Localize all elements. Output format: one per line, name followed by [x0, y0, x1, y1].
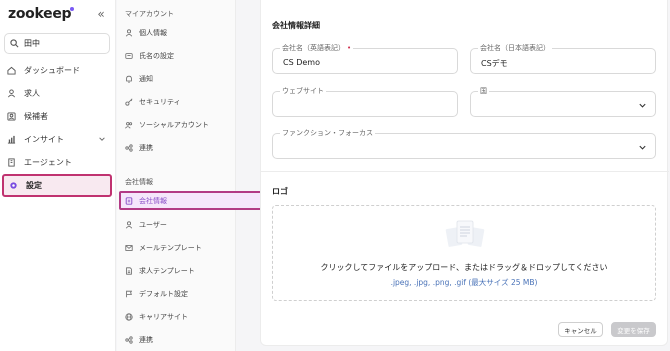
subnav-item-security[interactable]: セキュリティ: [121, 92, 233, 111]
nav-item-dashboard[interactable]: ダッシュボード: [2, 59, 112, 82]
company-name-ja-value: CSデモ: [481, 59, 508, 68]
search-input[interactable]: [24, 39, 104, 48]
nav-item-settings[interactable]: 設定: [2, 174, 112, 197]
collapse-sidebar-icon[interactable]: «: [95, 7, 107, 21]
subnav-item-email-templates[interactable]: メールテンプレート: [121, 238, 233, 257]
search-icon: [10, 39, 19, 48]
subnav-item-label: ユーザー: [139, 220, 167, 229]
company-name-en-value: CS Demo: [283, 58, 320, 67]
subnav-item-integrations-personal[interactable]: 連携: [121, 138, 233, 157]
nav-item-label: 求人: [24, 89, 40, 98]
nav-item-insights[interactable]: インサイト: [2, 128, 112, 151]
subnav-item-label: 個人情報: [139, 28, 167, 37]
cancel-button[interactable]: キャンセル: [558, 322, 603, 337]
subnav-item-label: デフォルト設定: [139, 289, 188, 298]
subnav-item-social-accounts[interactable]: ソーシャルアカウント: [121, 115, 233, 134]
subnav-item-users[interactable]: ユーザー: [121, 215, 233, 234]
nav-item-agents[interactable]: エージェント: [2, 151, 112, 174]
bell-icon: [126, 75, 132, 83]
subnav-item-label: ソーシャルアカウント: [139, 120, 209, 129]
person-icon: [125, 220, 133, 228]
nav-item-label: 設定: [26, 181, 42, 190]
link-icon: [125, 143, 133, 152]
section-title-my-account: マイアカウント: [125, 10, 174, 18]
nav-item-candidates[interactable]: 候補者: [2, 105, 112, 128]
search-box[interactable]: [4, 33, 110, 54]
country-select[interactable]: 国: [470, 87, 656, 117]
settings-nav: マイアカウント 個人情報 氏名の設定 通知 セキュリティ ソーシャルアカウント …: [117, 0, 348, 351]
subnav-item-label: セキュリティ: [139, 97, 181, 106]
document-icon: [126, 266, 132, 275]
function-focus-select[interactable]: ファンクション・フォーカス: [272, 129, 656, 159]
id-card-icon: [125, 52, 133, 59]
file-upload-icon: [445, 220, 485, 247]
subnav-item-default-settings[interactable]: デフォルト設定: [121, 284, 233, 303]
subnav-item-notifications[interactable]: 通知: [121, 69, 233, 88]
nav-item-label: 候補者: [24, 112, 48, 121]
subnav-item-label: 通知: [139, 74, 153, 83]
subnav-item-job-templates[interactable]: 求人テンプレート: [121, 261, 233, 280]
mail-icon: [125, 244, 133, 251]
subnav-item-career-site[interactable]: キャリアサイト: [121, 307, 233, 326]
globe-icon: [125, 312, 133, 321]
subnav-item-integrations-company[interactable]: 連携: [121, 330, 233, 349]
subnav-item-label: 求人テンプレート: [139, 266, 195, 275]
subnav-item-label: メールテンプレート: [139, 243, 202, 252]
building-icon: [8, 158, 15, 167]
flag-icon: [126, 290, 133, 297]
dropzone-instruction: クリックしてファイルをアップロード、またはドラッグ＆ドロップしてください: [320, 263, 608, 272]
subnav-item-name-settings[interactable]: 氏名の設定: [121, 46, 233, 65]
field-label-text: 会社名（英語表記）: [282, 44, 345, 52]
company-name-ja-field[interactable]: 会社名（日本語表記） CSデモ: [470, 44, 656, 74]
field-label: ウェブサイト: [280, 87, 326, 96]
subnav-item-label: キャリアサイト: [139, 312, 188, 321]
logo-section-title: ロゴ: [272, 187, 288, 196]
subnav-item-label: 連携: [139, 335, 153, 344]
main-sidebar: zookeep « ダッシュボード 求人 候補者 インサイト エージェント: [0, 0, 116, 351]
users-icon: [125, 121, 133, 128]
nav-item-jobs[interactable]: 求人: [2, 82, 112, 105]
logo-text: zookeep: [8, 6, 72, 22]
website-field[interactable]: ウェブサイト: [272, 87, 458, 117]
card-title: 会社情報詳細: [272, 21, 320, 30]
main-nav: ダッシュボード 求人 候補者 インサイト エージェント 設定: [2, 59, 112, 197]
people-icon: [7, 112, 16, 121]
app-logo[interactable]: zookeep: [8, 6, 75, 22]
field-label: ファンクション・フォーカス: [280, 129, 375, 138]
subnav-item-personal-info[interactable]: 個人情報: [121, 23, 233, 42]
section-title-company: 会社情報: [125, 178, 153, 186]
required-marker: •: [347, 44, 352, 52]
subnav-item-label: 氏名の設定: [139, 51, 174, 60]
nav-item-label: インサイト: [24, 135, 64, 144]
section-divider: [261, 171, 669, 172]
nav-item-label: ダッシュボード: [24, 66, 80, 75]
subnav-item-label: 会社情報: [139, 196, 167, 205]
key-icon: [125, 98, 133, 106]
gear-icon: [10, 182, 17, 189]
company-card-icon: [125, 196, 133, 205]
save-changes-button[interactable]: 変更を保存: [611, 322, 656, 337]
company-details-card: 会社情報詳細 会社名（英語表記） • CS Demo 会社名（日本語表記） CSデ…: [260, 0, 669, 346]
chevron-down-icon: [639, 103, 646, 108]
field-label: 会社名（英語表記） •: [280, 44, 354, 53]
logo-upload-dropzone[interactable]: クリックしてファイルをアップロード、またはドラッグ＆ドロップしてください .jp…: [272, 205, 656, 301]
chevron-down-icon: [639, 145, 646, 150]
subnav-item-label: 連携: [139, 143, 153, 152]
home-icon: [7, 66, 16, 75]
person-icon: [7, 89, 16, 98]
link-icon: [125, 335, 133, 344]
company-name-en-field[interactable]: 会社名（英語表記） • CS Demo: [272, 44, 458, 74]
chevron-down-icon[interactable]: [98, 135, 106, 143]
nav-item-label: エージェント: [24, 158, 72, 167]
person-icon: [125, 28, 133, 36]
field-label: 国: [478, 87, 489, 96]
field-label: 会社名（日本語表記）: [478, 44, 552, 53]
dropzone-file-hint: .jpeg, .jpg, .png, .gif (最大サイズ 25 MB): [390, 278, 538, 287]
chart-icon: [7, 135, 16, 144]
